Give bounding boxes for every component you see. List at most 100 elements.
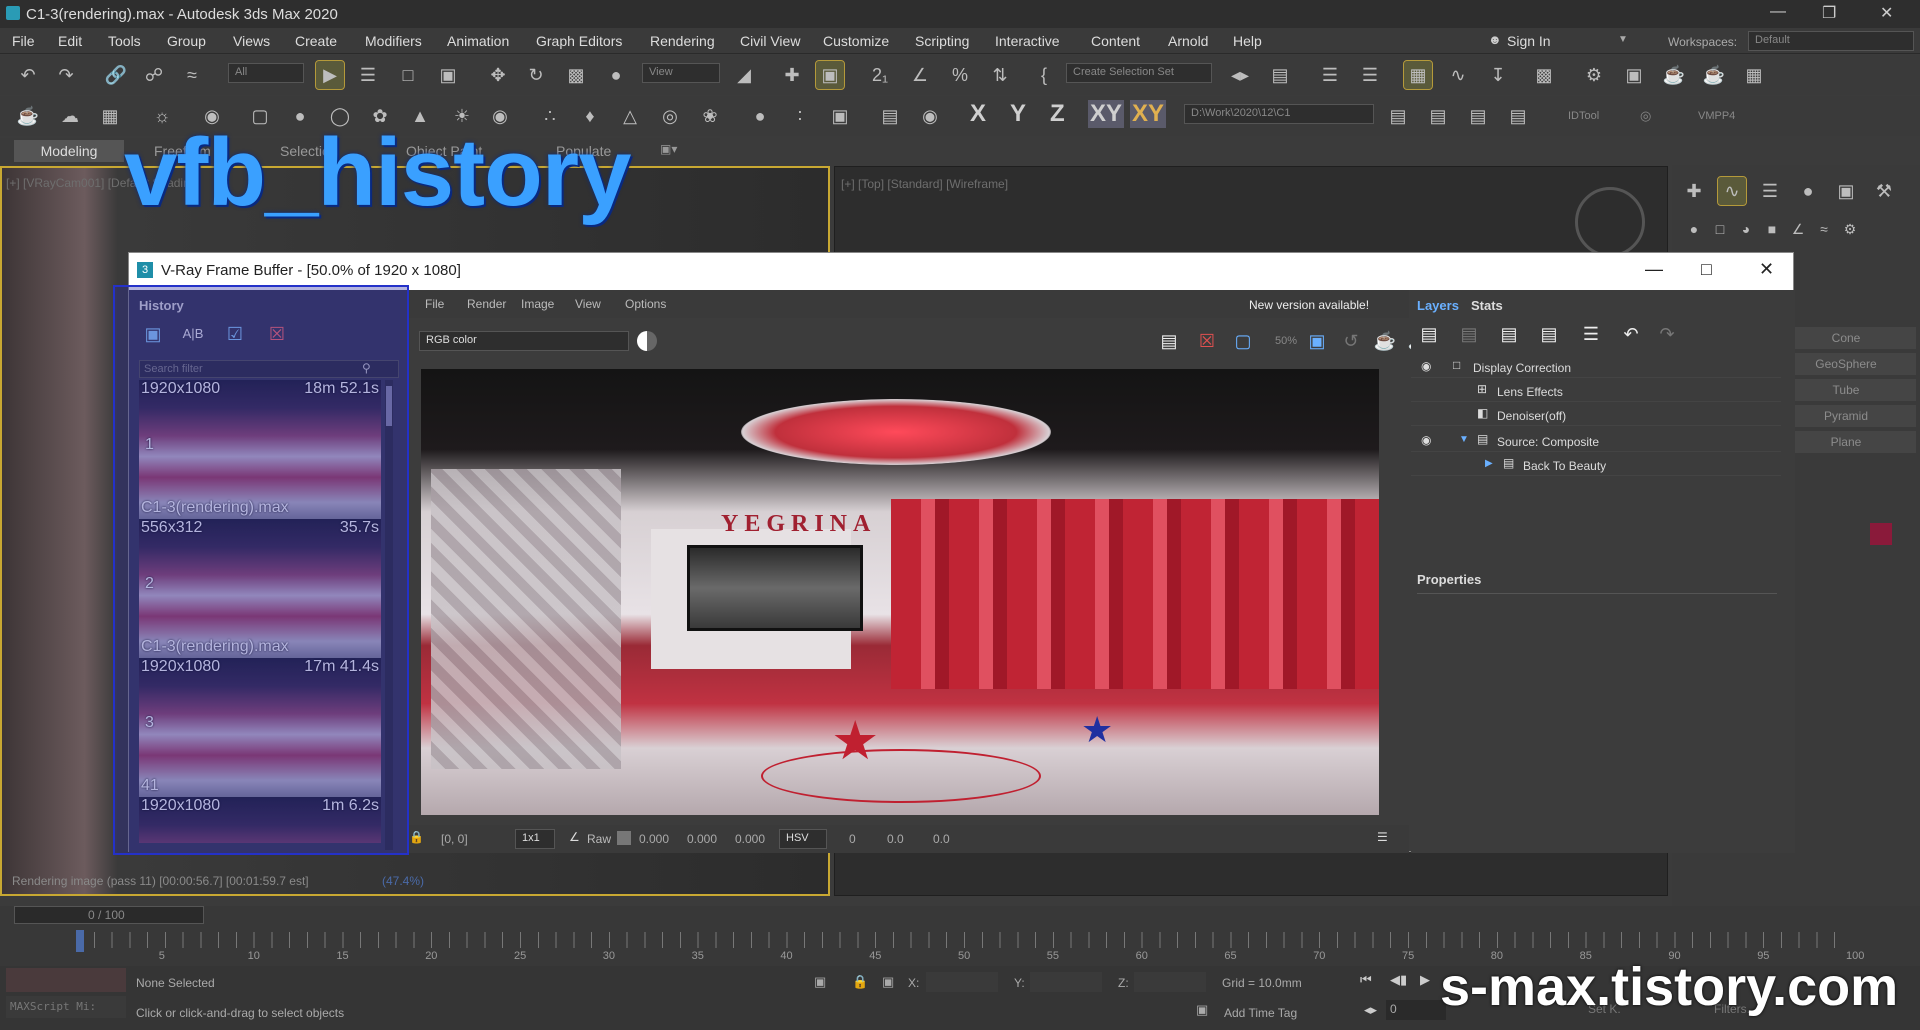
rendered-frame-window-icon[interactable]: ▣ (1620, 61, 1648, 89)
layer-denoiser[interactable]: ◧ Denoiser(off) (1411, 404, 1781, 426)
menu-arnold[interactable]: Arnold (1168, 33, 1208, 49)
menu-file[interactable]: File (12, 33, 35, 49)
layer-list-icon[interactable]: ☰ (1577, 320, 1605, 348)
time-ruler[interactable] (76, 932, 1852, 948)
percent-snap-icon[interactable]: % (946, 61, 974, 89)
vfb-menu-file[interactable]: File (425, 297, 444, 311)
redo-icon[interactable]: ↷ (52, 61, 80, 89)
goto-start-icon[interactable]: ⏮ (1360, 972, 1372, 988)
ratio-dropdown[interactable]: 1x1 (515, 829, 555, 849)
menu-modifiers[interactable]: Modifiers (365, 33, 422, 49)
cloud-icon[interactable]: ☁ (56, 102, 84, 130)
axis-xy[interactable]: XY (1088, 100, 1125, 128)
select-manipulate-icon[interactable]: ✚ (778, 61, 806, 89)
edit-named-sets-icon[interactable]: { (1030, 61, 1058, 89)
render-production-icon[interactable]: ☕ (1660, 61, 1688, 89)
spinner-snap-icon[interactable]: ⇅ (986, 61, 1014, 89)
render-grid-icon[interactable]: ▦ (1740, 61, 1768, 89)
layer-source-composite[interactable]: ◉ ▼ ▤ Source: Composite (1411, 430, 1781, 452)
project-path-dropdown[interactable]: D:\Work\2020\12\C1 (1184, 104, 1374, 124)
menu-views[interactable]: Views (233, 33, 270, 49)
rendered-image[interactable]: YEGRINA ★ ★ (421, 369, 1379, 815)
menu-content[interactable]: Content (1091, 33, 1140, 49)
menu-create[interactable]: Create (295, 33, 337, 49)
unlink-icon[interactable]: ☍ (140, 61, 168, 89)
link-icon[interactable]: 🔗 (102, 61, 130, 89)
cameras-icon[interactable]: ■ (1758, 215, 1786, 243)
axis-x[interactable]: X (970, 100, 986, 128)
viewport-top-label[interactable]: [+] [Top] [Standard] [Wireframe] (841, 177, 1008, 191)
cone-button[interactable]: Cone (1776, 327, 1916, 349)
teapot-icon[interactable]: ☕ (14, 102, 42, 130)
folder-save-icon[interactable]: ▤ (1504, 102, 1532, 130)
tab-modeling[interactable]: Modeling (14, 140, 124, 162)
curve-editor-icon[interactable]: ∿ (1444, 61, 1472, 89)
menu-animation[interactable]: Animation (447, 33, 509, 49)
pyramid-button[interactable]: Pyramid (1776, 405, 1916, 427)
bind-space-warp-icon[interactable]: ≈ (178, 61, 206, 89)
vfb-minimize-icon[interactable]: — (1645, 259, 1663, 280)
layer-redo-icon[interactable]: ↷ (1653, 320, 1681, 348)
hierarchy-tab-icon[interactable]: ☰ (1756, 177, 1784, 205)
sign-in-dropdown-icon[interactable]: ▼ (1618, 34, 1628, 45)
plane-button[interactable]: Plane (1776, 431, 1916, 453)
lock-icon[interactable]: 🔒 (409, 830, 424, 844)
transform-mode-icon[interactable]: ▣ (882, 974, 894, 990)
ball-icon[interactable]: ● (746, 102, 774, 130)
vfb-menu-render[interactable]: Render (467, 297, 506, 311)
render-setup-icon[interactable]: ⚙ (1580, 61, 1608, 89)
rect-selection-icon[interactable]: □ (394, 61, 422, 89)
menu-civil-view[interactable]: Civil View (740, 33, 800, 49)
move-icon[interactable]: ✥ (484, 61, 512, 89)
axis-y[interactable]: Y (1010, 100, 1026, 128)
current-frame-field[interactable]: 0 (1386, 1000, 1446, 1020)
log-icon[interactable]: ☰ (1377, 830, 1388, 844)
color-mode-dropdown[interactable]: HSV (779, 829, 827, 849)
create-tab-icon[interactable]: ✚ (1680, 177, 1708, 205)
prev-frame-icon[interactable]: ◀▮ (1390, 972, 1407, 988)
menu-rendering[interactable]: Rendering (650, 33, 715, 49)
menu-tools[interactable]: Tools (108, 33, 141, 49)
fit-icon[interactable]: ▣ (1303, 327, 1331, 355)
ribbon-options-icon[interactable]: ▣▾ (660, 142, 677, 156)
maxscript-listener[interactable] (6, 968, 126, 992)
clear-image-icon[interactable]: ☒ (1193, 327, 1221, 355)
window-crossing-icon[interactable]: ▣ (434, 61, 462, 89)
scale-icon[interactable]: ▩ (562, 61, 590, 89)
x-field[interactable] (926, 972, 998, 992)
helpers-icon[interactable]: ∠ (1784, 215, 1812, 243)
menu-interactive[interactable]: Interactive (995, 33, 1060, 49)
layer-display-correction[interactable]: ◉ □ Display Correction (1411, 356, 1781, 378)
color-picker-icon[interactable] (637, 331, 657, 351)
add-time-tag[interactable]: Add Time Tag (1224, 1006, 1297, 1020)
menu-group[interactable]: Group (167, 33, 206, 49)
doc-icon[interactable]: ▤ (876, 102, 904, 130)
maxscript-input[interactable]: MAXScript Mi: (6, 996, 126, 1018)
shapes-icon[interactable]: □ (1706, 215, 1734, 243)
align-icon[interactable]: ▤ (1266, 61, 1294, 89)
render-teapot-icon[interactable]: ☕ (1371, 327, 1399, 355)
rotate-icon[interactable]: ↻ (522, 61, 550, 89)
select-by-name-icon[interactable]: ☰ (354, 61, 382, 89)
display-tab-icon[interactable]: ▣ (1832, 177, 1860, 205)
geosphere-button[interactable]: GeoSphere (1776, 353, 1916, 375)
layer-lens-effects[interactable]: ⊞ Lens Effects (1411, 380, 1781, 402)
named-selection-set-dropdown[interactable]: Create Selection Set (1066, 63, 1212, 83)
axis-xy-2[interactable]: XY (1130, 100, 1167, 128)
menu-customize[interactable]: Customize (823, 33, 889, 49)
schematic-view-icon[interactable]: ↧ (1484, 61, 1512, 89)
frame-icon[interactable]: ▣ (826, 102, 854, 130)
restore-icon[interactable]: ❐ (1822, 3, 1836, 23)
tab-stats[interactable]: Stats (1471, 298, 1503, 313)
lights-icon[interactable]: ◕ (1732, 215, 1760, 243)
motion-tab-icon[interactable]: ● (1794, 177, 1822, 205)
picture-icon[interactable]: ▦ (96, 102, 124, 130)
reference-coord-dropdown[interactable]: View (642, 63, 720, 83)
folder-icon[interactable]: ▤ (1384, 102, 1412, 130)
load-layers-icon[interactable]: ▤ (1535, 320, 1563, 348)
layer-back-to-beauty[interactable]: ▶ ▤ Back To Beauty (1411, 454, 1781, 476)
time-tag-icon[interactable]: ▣ (1196, 1002, 1208, 1018)
angle-snap-icon[interactable]: ∠ (906, 61, 934, 89)
play-icon[interactable]: ▶ (1420, 972, 1430, 988)
tree-icon[interactable]: ❀ (696, 102, 724, 130)
